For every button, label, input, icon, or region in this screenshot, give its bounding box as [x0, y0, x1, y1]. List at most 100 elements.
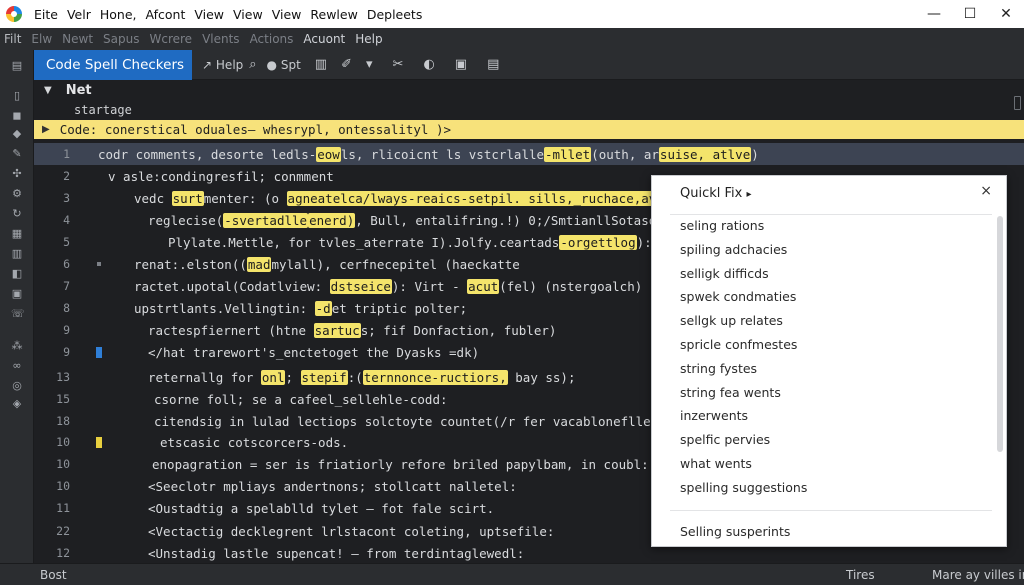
spelling-highlight[interactable]: mad	[246, 256, 272, 272]
pen-icon[interactable]: ✎	[11, 148, 23, 160]
spelling-highlight[interactable]: dstseice	[329, 278, 392, 294]
spelling-highlight[interactable]: eow	[316, 146, 341, 162]
close-icon[interactable]: ×	[980, 183, 992, 199]
spell-warning-banner[interactable]: ▶ Code: conerstical oduales— whesrypl, o…	[34, 120, 1024, 139]
suggestion-item[interactable]: spricle confmestes	[680, 337, 797, 352]
phone-icon[interactable]: ☏	[11, 308, 25, 320]
menu-item-help[interactable]: Help	[355, 32, 392, 46]
spelling-highlight[interactable]: -svertadlle	[223, 212, 309, 228]
spelling-highlight[interactable]: -orgettlog	[559, 234, 637, 250]
wand-icon[interactable]: ✐	[341, 57, 352, 72]
menu-item-file[interactable]: Filt	[0, 32, 31, 46]
bulb-icon[interactable]: ◐	[423, 57, 434, 72]
refresh-icon[interactable]: ↻	[11, 208, 23, 220]
gutter-marker[interactable]	[96, 346, 102, 358]
document-icon[interactable]: ◼	[11, 110, 23, 122]
spelling-highlight[interactable]: enerd)	[308, 212, 356, 228]
share-icon[interactable]: ⁂	[11, 340, 23, 352]
scroll-indicator[interactable]	[1014, 96, 1021, 110]
spelling-highlight[interactable]: stepif	[300, 369, 348, 385]
suggestion-item[interactable]: spelling suggestions	[680, 480, 807, 495]
spelling-highlight[interactable]: -mllet	[544, 146, 592, 162]
suggestion-item[interactable]: inzerwents	[680, 408, 748, 423]
chevron-right-icon[interactable]: ▶	[42, 124, 50, 135]
bookmark-icon[interactable]: ◧	[11, 268, 23, 280]
menu-item[interactable]: Elw	[31, 32, 62, 46]
tab-code-spell-checkers[interactable]: Code Spell Checkers	[34, 49, 193, 80]
tools-icon[interactable]: ✂	[393, 57, 404, 72]
chevron-down-icon[interactable]: ▼	[44, 85, 52, 96]
menu-item[interactable]: Actions	[250, 32, 304, 46]
suggestion-item[interactable]: seling rations	[680, 218, 764, 233]
popup-footer-item[interactable]: Selling susperints	[680, 524, 790, 539]
status-right[interactable]: Mare ay villes in	[932, 568, 1024, 582]
spelling-highlight[interactable]: sartuc	[313, 322, 361, 338]
menu-item[interactable]: Sapus	[103, 32, 149, 46]
help-button[interactable]: ↗ Help	[202, 58, 243, 72]
line-number: 9	[63, 345, 70, 359]
help-label: Help	[215, 57, 244, 72]
code-text: <Vectactig decklegrent lrlstacont coleti…	[148, 524, 554, 539]
search-icon[interactable]: ⌕	[249, 57, 256, 72]
suggestion-item[interactable]: sellgk up relates	[680, 313, 783, 328]
code-text: <Unstadig lastle supencat! – from terdin…	[148, 546, 524, 561]
suggestion-item[interactable]: spwek condmaties	[680, 289, 796, 304]
spelling-highlight[interactable]: surt	[171, 190, 204, 206]
suggestion-item[interactable]: what wents	[680, 456, 752, 471]
files-icon[interactable]: ▯	[11, 90, 23, 102]
menu-item[interactable]: Acuont	[303, 32, 355, 46]
spelling-highlight[interactable]: acut	[467, 278, 500, 294]
popup-title-text: Quickl Fix	[680, 186, 743, 201]
maximize-button[interactable]: ☐	[952, 0, 988, 28]
gutter-marker[interactable]	[96, 436, 102, 448]
tag-icon[interactable]: ◈	[11, 398, 23, 410]
menu-item[interactable]: Newt	[62, 32, 103, 46]
code-segment: ls, rlicoicnt ls vstcrlalle	[340, 146, 545, 162]
title-menu-item[interactable]: Rewlew	[310, 7, 366, 22]
pin-icon[interactable]: ◆	[11, 128, 23, 140]
settings-icon[interactable]: ⚙	[11, 188, 23, 200]
layers-icon[interactable]: ▣	[11, 288, 23, 300]
grid-icon[interactable]: ▦	[11, 228, 23, 240]
link-icon[interactable]: ∞	[11, 360, 23, 372]
spelling-highlight[interactable]: suise, atlve	[658, 146, 752, 162]
title-menu-item[interactable]: View	[272, 7, 311, 22]
title-menu-item[interactable]: View	[233, 7, 272, 22]
suggestion-item[interactable]: selligk difficds	[680, 266, 769, 281]
tree-header[interactable]: ▼ Net	[34, 80, 1024, 100]
save-icon[interactable]: ▣	[455, 57, 467, 72]
menu-item[interactable]: Wcrere	[149, 32, 202, 46]
title-menu-item[interactable]: Eite	[34, 7, 67, 22]
extensions-icon[interactable]: ✣	[11, 168, 23, 180]
code-line[interactable]: 1 codr comments, desorte ledls-eowls, rli…	[34, 143, 1024, 165]
menu-item[interactable]: Vlents	[202, 32, 250, 46]
spelling-highlight[interactable]: onl	[260, 369, 286, 385]
status-left[interactable]: Bost	[40, 568, 67, 582]
popup-scrollbar[interactable]	[997, 216, 1003, 452]
gutter-marker[interactable]	[97, 262, 101, 266]
close-button[interactable]: ✕	[988, 0, 1024, 28]
spelling-highlight[interactable]: ternnonce-ructiors,	[362, 369, 508, 385]
globe-icon[interactable]: ◎	[11, 380, 23, 392]
minimize-button[interactable]: —	[916, 0, 952, 28]
tree-sub-item[interactable]: startage	[74, 103, 132, 117]
title-menu-item[interactable]: Hone,	[100, 7, 146, 22]
spell-button[interactable]: ● Spt	[267, 58, 301, 72]
table-icon[interactable]: ▥	[11, 248, 23, 260]
columns-icon[interactable]: ▥	[315, 57, 327, 72]
explorer-icon[interactable]: ▤	[11, 60, 23, 72]
title-menu-item[interactable]: Afcont	[146, 7, 195, 22]
suggestion-item[interactable]: spiling adchacies	[680, 242, 787, 257]
suggestion-item[interactable]: string fystes	[680, 361, 757, 376]
title-menu-item[interactable]: Depleets	[367, 7, 432, 22]
code-text: <Oustadtig a spelablld tylet – fot fale …	[148, 501, 494, 516]
title-menu-item[interactable]: View	[194, 7, 233, 22]
chevron-down-icon[interactable]: ▾	[366, 57, 373, 72]
suggestion-item[interactable]: string fea wents	[680, 385, 781, 400]
line-number: 7	[63, 279, 70, 293]
suggestion-item[interactable]: spelfic pervies	[680, 432, 770, 447]
spelling-highlight[interactable]: -d	[314, 300, 332, 316]
file-icon[interactable]: ▤	[487, 57, 499, 72]
title-menu-item[interactable]: Velr	[67, 7, 100, 22]
status-mid[interactable]: Tires	[846, 568, 875, 582]
